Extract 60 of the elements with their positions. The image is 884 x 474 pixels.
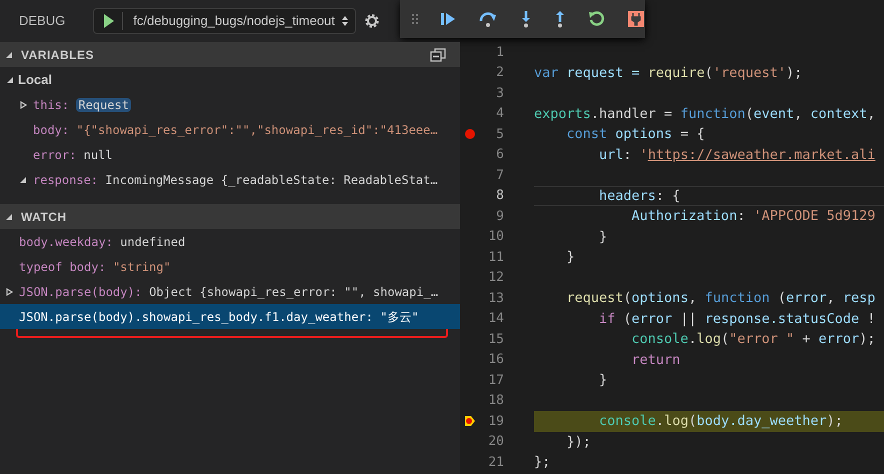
code-line: if (error || response.statusCode ! xyxy=(598,310,876,329)
tree-row[interactable]: body: "{"showapi_res_error":"","showapi_res_id":"413eee… xyxy=(0,117,460,142)
code-line: const options = { xyxy=(566,125,706,144)
line-number: 11 xyxy=(487,248,504,266)
line-number: 8 xyxy=(495,187,504,205)
code-line: } xyxy=(566,248,576,268)
code-line: Authorization: 'APPCODE 5d9129 xyxy=(630,207,876,226)
scope-name: Local xyxy=(18,70,52,89)
tree-entry: body: "{"showapi_res_error":"","showapi_res_id":"413eee… xyxy=(33,122,438,138)
line-number: 21 xyxy=(487,454,504,472)
tree-entry: JSON.parse(body): Object {showapi_res_error: "", showapi_… xyxy=(19,284,438,300)
code-line: }; xyxy=(534,453,552,472)
line-number: 12 xyxy=(487,269,504,287)
tree-row[interactable]: this: Request xyxy=(0,92,460,117)
scope-row[interactable]: Local xyxy=(0,67,460,92)
tree-row[interactable]: response: IncomingMessage {_readableState: ReadableStat… xyxy=(0,167,460,192)
code-line: } xyxy=(598,371,608,390)
current-line-outline: headers: { xyxy=(534,186,884,206)
tree-row[interactable]: error: null xyxy=(0,142,460,167)
code-line: } xyxy=(598,228,608,247)
code-line: exports.handler = function(event, context, xyxy=(534,104,876,124)
line-number: 18 xyxy=(487,392,504,410)
line-number: 10 xyxy=(487,228,504,246)
line-number: 17 xyxy=(487,372,504,390)
tree-row[interactable]: JSON.parse(body): Object {showapi_res_error: "", showapi_… xyxy=(0,279,460,304)
tree-entry: body.weekday: undefined xyxy=(19,234,186,250)
line-number: 6 xyxy=(495,146,504,164)
line-number: 4 xyxy=(495,105,504,123)
line-number: 1 xyxy=(495,44,504,62)
line-number: 2 xyxy=(495,64,504,82)
code-line: request(options, function (error, resp xyxy=(566,289,876,308)
tree-entry: this: Request xyxy=(33,96,131,114)
tree-entry: typeof body: "string" xyxy=(19,258,171,276)
line-number: 16 xyxy=(487,351,504,369)
line-number: 3 xyxy=(495,84,504,102)
section-header[interactable]: WATCH xyxy=(0,204,460,229)
code-line: url: 'https://saweather.market.ali xyxy=(598,146,876,165)
line-number: 14 xyxy=(487,310,504,328)
debug-title: DEBUG xyxy=(19,12,66,30)
tree-entry: error: null xyxy=(33,146,112,164)
line-number: 19 xyxy=(487,412,504,430)
code-line: console.log("error " + error); xyxy=(630,330,876,350)
line-number: 7 xyxy=(495,166,504,184)
tree-row[interactable]: typeof body: "string" xyxy=(0,254,460,279)
line-number: 13 xyxy=(487,290,504,308)
code-line: var request = require('request'); xyxy=(534,64,804,83)
section-header[interactable]: VARIABLES xyxy=(0,42,460,67)
tree-row[interactable]: body.weekday: undefined xyxy=(0,229,460,254)
tree-entry: JSON.parse(body).showapi_res_body.f1.day_weather: "多云" xyxy=(19,308,419,326)
configuration-dropdown[interactable]: fc/debugging_bugs/nodejs_timeout xyxy=(93,8,356,34)
code-line: }); xyxy=(566,432,592,452)
line-number: 15 xyxy=(487,330,504,348)
selected-watch-row[interactable]: JSON.parse(body).showapi_res_body.f1.day_weather: "多云" xyxy=(0,304,460,329)
paused-line-highlight: console.log(body.day_weether); xyxy=(534,411,884,432)
tree-entry: response: IncomingMessage {_readableState: ReadableStat… xyxy=(33,172,438,188)
code-line: return xyxy=(630,350,682,370)
line-number: 5 xyxy=(495,126,504,144)
line-number: 20 xyxy=(487,433,504,451)
configuration-name: fc/debugging_bugs/nodejs_timeout xyxy=(133,12,335,30)
line-number: 9 xyxy=(495,208,504,226)
